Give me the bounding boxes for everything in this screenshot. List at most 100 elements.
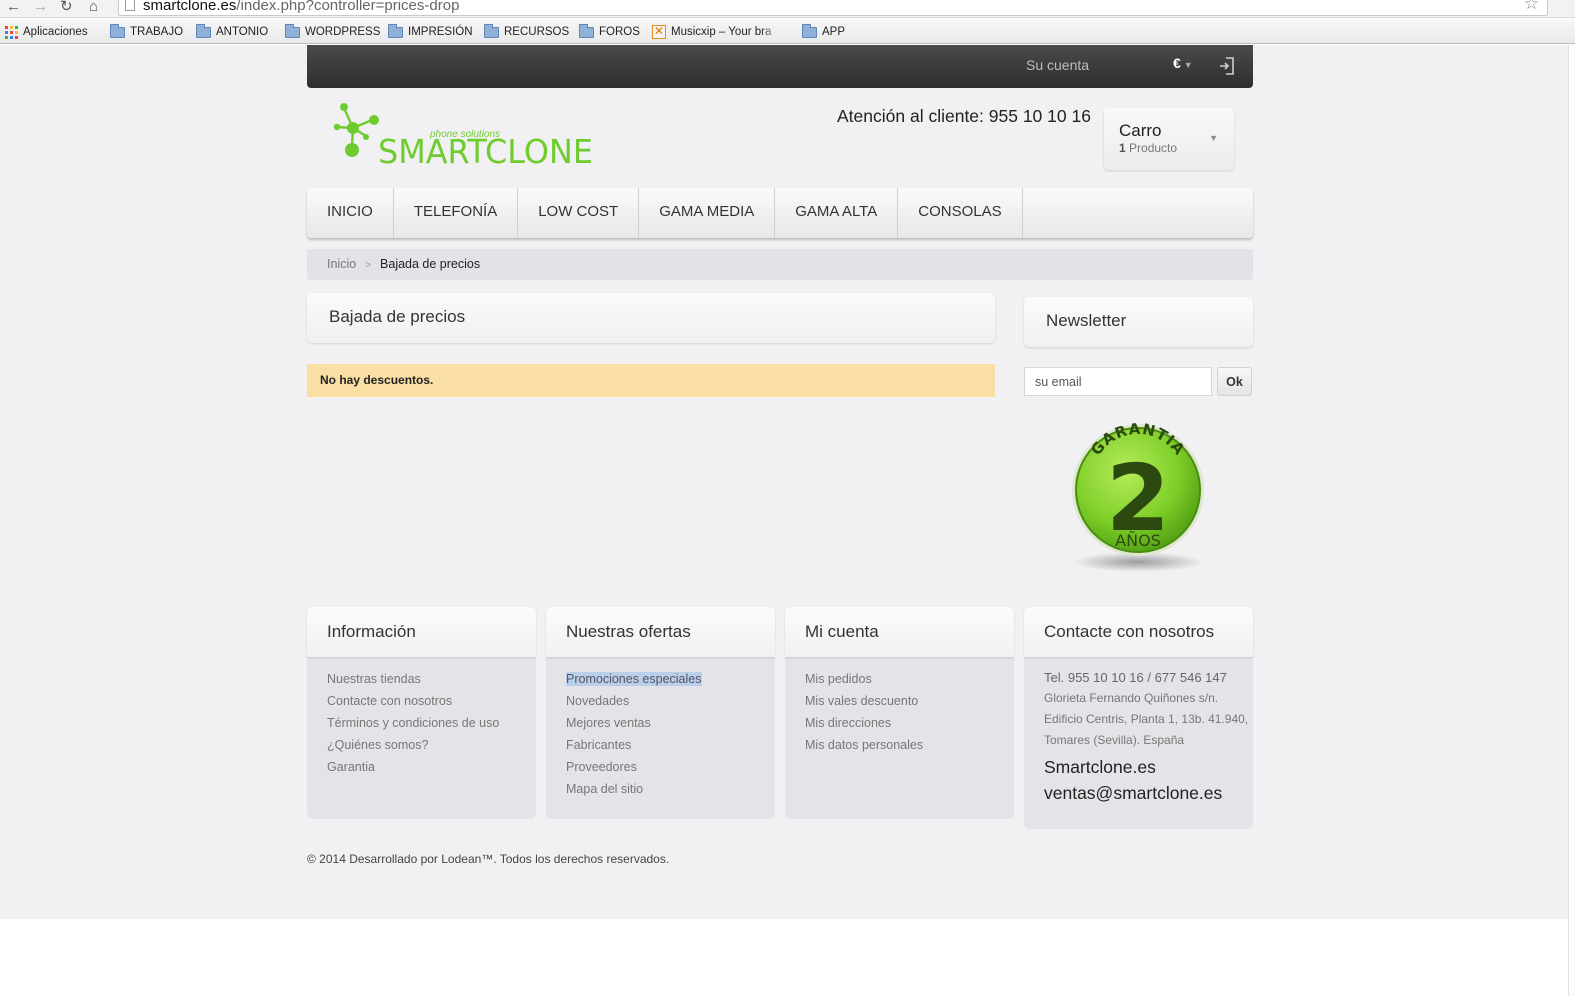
menu-item-consolas[interactable]: CONSOLAS [898, 188, 1023, 238]
list-item: ¿Quiénes somos? [327, 738, 536, 760]
bookmark-label: WORDPRESS [305, 26, 381, 38]
footer-offers-title: Nuestras ofertas [546, 607, 775, 657]
footer-link[interactable]: ¿Quiénes somos? [327, 738, 428, 752]
breadcrumb-current: Bajada de precios [380, 257, 481, 271]
footer-link[interactable]: Promociones especiales [566, 672, 702, 686]
footer-link[interactable]: Proveedores [566, 760, 637, 774]
bookmark-label: Aplicaciones [23, 26, 88, 38]
folder-icon [802, 23, 817, 38]
list-item: Fabricantes [566, 738, 775, 760]
warranty-2-years-badge[interactable]: GARANTIA 2 AÑOS [1058, 410, 1218, 580]
chevron-down-icon: ▼ [1209, 133, 1218, 143]
contact-email[interactable]: ventas@smartclone.es [1044, 783, 1253, 809]
folder-icon [579, 23, 594, 38]
bookmark-label: FOROS [599, 26, 640, 38]
menu-item-gama-media[interactable]: GAMA MEDIA [639, 188, 776, 238]
footer-offers-list: Promociones especiales Novedades Mejores… [546, 657, 775, 804]
badge-bottom-text: AÑOS [1115, 531, 1161, 550]
page-background [0, 45, 1568, 919]
contact-address-line: Glorieta Fernando Quiñones s/n. [1044, 691, 1219, 705]
footer-link[interactable]: Mis direcciones [805, 716, 891, 730]
folder-icon [484, 23, 499, 38]
smartclone-logo[interactable]: phone solutions SMARTCLONE [332, 100, 602, 170]
list-item: Mejores ventas [566, 716, 775, 738]
apps-icon [5, 25, 18, 39]
footer-link[interactable]: Mejores ventas [566, 716, 651, 730]
footer-info-column: Información Nuestras tiendas Contacte co… [307, 607, 536, 819]
breadcrumb: Inicio > Bajada de precios [307, 249, 1253, 280]
currency-selector[interactable]: € ▼ [1173, 55, 1193, 71]
folder-icon [110, 23, 125, 38]
footer-account-column: Mi cuenta Mis pedidos Mis vales descuent… [785, 607, 1014, 819]
back-arrow-icon[interactable]: ← [6, 0, 21, 14]
url-host: smartclone.es [143, 0, 237, 14]
menu-item-telefonia[interactable]: TELEFONÍA [394, 188, 519, 238]
list-item: Mis direcciones [805, 716, 1014, 738]
bookmark-foros[interactable]: FOROS [579, 23, 640, 40]
logout-icon[interactable] [1217, 55, 1237, 77]
bookmark-label: ANTONIO [216, 26, 269, 38]
list-item: Contacte con nosotros [327, 694, 536, 716]
footer-link[interactable]: Contacte con nosotros [327, 694, 452, 708]
footer-link[interactable]: Mis pedidos [805, 672, 872, 686]
footer-info-list: Nuestras tiendas Contacte con nosotros T… [307, 657, 536, 782]
newsletter-email-input[interactable] [1024, 367, 1212, 396]
cart-unit: Producto [1129, 141, 1178, 155]
list-item: Promociones especiales [566, 672, 775, 694]
newsletter-ok-button[interactable]: Ok [1217, 367, 1252, 396]
customer-service-phone: Atención al cliente: 955 10 10 16 [837, 106, 1091, 126]
top-account-bar: Su cuenta € ▼ [307, 45, 1253, 88]
footer-link[interactable]: Novedades [566, 694, 629, 708]
bookmark-label: RECURSOS [504, 26, 570, 38]
bookmark-app[interactable]: APP [802, 23, 845, 40]
footer-offers-column: Nuestras ofertas Promociones especiales … [546, 607, 775, 819]
browser-toolbar: ← → ↻ ⌂ smartclone.es/index.php?controll… [0, 0, 1575, 18]
chevron-down-icon: ▼ [1183, 60, 1193, 70]
list-item: Mis vales descuento [805, 694, 1014, 716]
menu-item-inicio[interactable]: INICIO [307, 188, 394, 238]
list-item: Mis pedidos [805, 672, 1014, 694]
footer-link[interactable]: Fabricantes [566, 738, 631, 752]
bookmark-antonio[interactable]: ANTONIO [196, 23, 269, 40]
menu-item-gama-alta[interactable]: GAMA ALTA [775, 188, 899, 238]
bookmark-label: TRABAJO [130, 26, 184, 38]
menu-item-low-cost[interactable]: LOW COST [518, 188, 640, 238]
main-menu: INICIO TELEFONÍA LOW COST GAMA MEDIA GAM… [307, 188, 1253, 238]
list-item: Garantia [327, 760, 536, 782]
cart-dropdown[interactable]: Carro 1 Producto ▼ [1104, 108, 1234, 170]
list-item: Novedades [566, 694, 775, 716]
list-item: Términos y condiciones de uso [327, 716, 536, 738]
contact-phone: Tel. 955 10 10 16 / 677 546 147 [1044, 670, 1227, 685]
list-item: Nuestras tiendas [327, 672, 536, 694]
bookmark-musicxip[interactable]: Musicxip – Your bra [652, 24, 783, 40]
bookmark-impresion[interactable]: IMPRESIÓN [388, 23, 473, 40]
bookmark-star-icon[interactable]: ☆ [1524, 0, 1539, 13]
folder-icon [388, 23, 403, 38]
footer-link[interactable]: Nuestras tiendas [327, 672, 421, 686]
footer-account-title: Mi cuenta [785, 607, 1014, 657]
newsletter-title: Newsletter [1024, 297, 1253, 347]
contact-details: Tel. 955 10 10 16 / 677 546 147 Glorieta… [1024, 657, 1253, 809]
address-bar[interactable]: smartclone.es/index.php?controller=price… [118, 0, 1548, 16]
footer-link[interactable]: Términos y condiciones de uso [327, 716, 499, 730]
forward-arrow-icon[interactable]: → [33, 0, 48, 14]
bookmark-trabajo[interactable]: TRABAJO [110, 23, 184, 40]
bookmark-wordpress[interactable]: WORDPRESS [285, 23, 381, 40]
home-icon[interactable]: ⌂ [89, 0, 98, 14]
contact-address-line: Tomares (Sevilla). España [1044, 733, 1185, 747]
bookmark-aplicaciones[interactable]: Aplicaciones [5, 24, 88, 40]
breadcrumb-home[interactable]: Inicio [327, 257, 356, 271]
footer-link[interactable]: Mapa del sitio [566, 782, 643, 796]
scrollbar[interactable] [1568, 45, 1575, 996]
footer-link[interactable]: Mis datos personales [805, 738, 923, 752]
cart-count: 1 [1119, 141, 1126, 155]
footer-link[interactable]: Mis vales descuento [805, 694, 918, 708]
contact-website[interactable]: Smartclone.es [1044, 757, 1253, 783]
reload-icon[interactable]: ↻ [60, 0, 73, 14]
currency-symbol: € [1173, 55, 1181, 71]
footer-info-title: Información [307, 607, 536, 657]
bookmark-recursos[interactable]: RECURSOS [484, 23, 570, 40]
list-item: Proveedores [566, 760, 775, 782]
account-link[interactable]: Su cuenta [1026, 57, 1089, 73]
footer-link[interactable]: Garantia [327, 760, 375, 774]
